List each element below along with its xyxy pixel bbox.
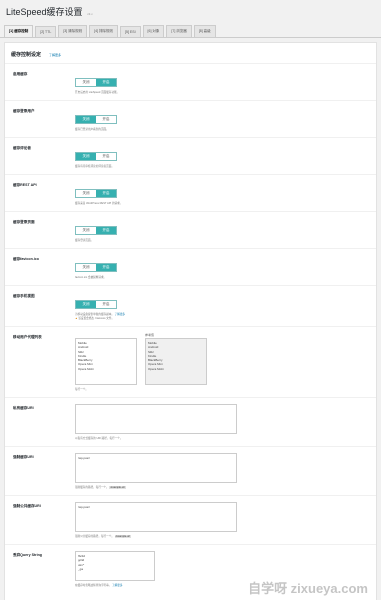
toggle-on[interactable]: 开启 bbox=[96, 153, 116, 160]
favicon-toggle[interactable]: 关闭 开启 bbox=[75, 263, 117, 272]
toggle-on[interactable]: 开启 bbox=[96, 301, 116, 308]
row-mobile: 缓存手机视图 关闭 开启 为移动设备提供单独的缓存副本。 了解更多 ▲ 该设置会… bbox=[5, 285, 376, 326]
tab-purge[interactable]: [3] 清除规则 bbox=[58, 25, 88, 37]
tab-ttl[interactable]: [2] TTL bbox=[35, 26, 57, 37]
favicon-label: 缓存favicon.ico bbox=[13, 257, 39, 261]
cache-label: 启用缓存 bbox=[13, 72, 28, 76]
tab-cache-control[interactable]: [1] 缓存控制 bbox=[4, 25, 34, 37]
toggle-on[interactable]: 开启 bbox=[96, 190, 116, 197]
forced-uri-code: /example-uri bbox=[109, 486, 126, 489]
ua-textarea[interactable]: Mobile Android Silk/ Kindle BlackBerry O… bbox=[75, 338, 137, 385]
list-item: _ga bbox=[78, 566, 84, 571]
row-commenters: 缓存评论者 关闭 开启 缓存有待审核评论的评论者页面。 bbox=[5, 137, 376, 174]
logged-desc: 缓存已登录用户看到的页面。 bbox=[75, 128, 109, 131]
rest-desc: 缓存来自 WordPress REST API 的请求。 bbox=[75, 202, 123, 205]
login-label: 缓存登录页面 bbox=[13, 220, 35, 224]
commenters-toggle[interactable]: 关闭 开启 bbox=[75, 152, 117, 161]
watermark: 自学呀 zixueya.com bbox=[248, 581, 368, 596]
logged-label: 缓存登录用户 bbox=[13, 109, 35, 113]
row-forced-uri: 强制缓存URI /wp-json/ 强制缓存的路径，每行一个。 /example… bbox=[5, 446, 376, 495]
drop-qs-desc-text: 在缓存时忽略这些查询字符串。 bbox=[75, 584, 112, 587]
logged-toggle[interactable]: 关闭 开启 bbox=[75, 115, 117, 124]
row-login: 缓存登录页面 关闭 开启 缓存登录页面。 bbox=[5, 211, 376, 248]
ua-label: 移动用户代理列表 bbox=[13, 335, 42, 339]
toggle-on[interactable]: 开启 bbox=[96, 79, 116, 86]
toggle-off[interactable]: 关闭 bbox=[76, 264, 96, 271]
cache-desc: 开启后启用 LiteSpeed 页面缓存功能。 bbox=[75, 91, 120, 94]
forced-public-uri-desc: 强制公共缓存的路径，每行一个。 /example-uri bbox=[75, 535, 368, 539]
toggle-off[interactable]: 关闭 bbox=[76, 116, 96, 123]
toggle-off[interactable]: 关闭 bbox=[76, 79, 96, 86]
row-cache: 启用缓存 关闭 开启 开启后启用 LiteSpeed 页面缓存功能。 bbox=[5, 63, 376, 100]
toggle-on[interactable]: 开启 bbox=[96, 227, 116, 234]
rest-label: 缓存REST API bbox=[13, 183, 37, 187]
private-uri-desc: 以私有方式缓存的 URI 路径，每行一个。 bbox=[75, 437, 123, 440]
ua-desc: 每行一个。 bbox=[75, 388, 88, 391]
list-item: Opera Mobi bbox=[148, 366, 164, 371]
toggle-on[interactable]: 开启 bbox=[96, 264, 116, 271]
mobile-desc: 为移动设备提供单独的缓存副本。 了解更多 ▲ 该设置会修改 .htaccess … bbox=[75, 313, 368, 321]
forced-public-uri-code: /example-uri bbox=[114, 535, 131, 538]
rest-toggle[interactable]: 关闭 开启 bbox=[75, 189, 117, 198]
commenters-label: 缓存评论者 bbox=[13, 146, 31, 150]
forced-public-uri-textarea[interactable]: /wp-json/ bbox=[75, 502, 237, 532]
forced-public-uri-label: 强制公共缓存URI bbox=[13, 504, 41, 508]
ua-list-editable: Mobile Android Silk/ Kindle BlackBerry O… bbox=[75, 333, 137, 385]
forced-uri-textarea[interactable]: /wp-json/ bbox=[75, 453, 237, 483]
forced-uri-label: 强制缓存URI bbox=[13, 455, 34, 459]
tab-esi[interactable]: [5] ESI bbox=[120, 26, 141, 37]
settings-panel: 缓存控制设定 了解更多 启用缓存 关闭 开启 开启后启用 LiteSpeed 页… bbox=[4, 42, 377, 600]
list-item: Opera Mobi bbox=[78, 366, 94, 371]
row-forced-public-uri: 强制公共缓存URI /wp-json/ 强制公共缓存的路径，每行一个。 /exa… bbox=[5, 495, 376, 544]
private-uri-label: 私有缓存URI bbox=[13, 406, 34, 410]
toggle-off[interactable]: 关闭 bbox=[76, 301, 96, 308]
private-uri-textarea[interactable] bbox=[75, 404, 237, 434]
drop-qs-learn-more-link[interactable]: 了解更多 bbox=[112, 584, 122, 587]
row-favicon: 缓存favicon.ico 关闭 开启 favicon.ico 会被频繁请求。 bbox=[5, 248, 376, 285]
favicon-desc: favicon.ico 会被频繁请求。 bbox=[75, 276, 107, 279]
mobile-toggle[interactable]: 关闭 开启 bbox=[75, 300, 117, 309]
row-logged-in: 缓存登录用户 关闭 开启 缓存已登录用户看到的页面。 bbox=[5, 100, 376, 137]
tab-excludes[interactable]: [4] 排除规则 bbox=[89, 25, 119, 37]
row-rest: 缓存REST API 关闭 开启 缓存来自 WordPress REST API… bbox=[5, 174, 376, 211]
ua-ref-box: Mobile Android Silk/ Kindle BlackBerry O… bbox=[145, 338, 207, 385]
toggle-off[interactable]: 关闭 bbox=[76, 227, 96, 234]
mobile-warn-text: 该设置会修改 .htaccess 文件。 bbox=[78, 317, 115, 320]
toggle-on[interactable]: 开启 bbox=[96, 116, 116, 123]
forced-uri-desc: 强制缓存的路径，每行一个。 /example-uri bbox=[75, 486, 368, 490]
ua-list-reference: 参考值 Mobile Android Silk/ Kindle BlackBer… bbox=[145, 333, 207, 385]
forced-public-uri-desc-text: 强制公共缓存的路径，每行一个。 bbox=[75, 535, 114, 538]
cache-toggle[interactable]: 关闭 开启 bbox=[75, 78, 117, 87]
tab-bar: [1] 缓存控制 [2] TTL [3] 清除规则 [4] 排除规则 [5] E… bbox=[0, 16, 381, 38]
mobile-label: 缓存手机视图 bbox=[13, 294, 35, 298]
row-private-uri: 私有缓存URI 以私有方式缓存的 URI 路径，每行一个。 bbox=[5, 397, 376, 446]
commenters-desc: 缓存有待审核评论的评论者页面。 bbox=[75, 165, 114, 168]
tab-object[interactable]: [6] 对象 bbox=[142, 25, 165, 37]
drop-qs-textarea[interactable]: fbclid gclid utm* _ga bbox=[75, 551, 155, 581]
toggle-off[interactable]: 关闭 bbox=[76, 190, 96, 197]
section-header: 缓存控制设定 了解更多 bbox=[5, 43, 376, 63]
version-label: v3.x bbox=[87, 12, 93, 16]
section-title: 缓存控制设定 bbox=[11, 52, 42, 58]
row-mobile-ua: 移动用户代理列表 Mobile Android Silk/ Kindle Bla… bbox=[5, 326, 376, 397]
login-toggle[interactable]: 关闭 开启 bbox=[75, 226, 117, 235]
tab-browser[interactable]: [7] 浏览器 bbox=[166, 25, 192, 37]
toggle-off[interactable]: 关闭 bbox=[76, 153, 96, 160]
page-title: LiteSpeed缓存设置 bbox=[6, 7, 83, 17]
page-header: LiteSpeed缓存设置 v3.x bbox=[0, 0, 381, 17]
mobile-learn-more-link[interactable]: 了解更多 bbox=[115, 313, 125, 316]
login-desc: 缓存登录页面。 bbox=[75, 239, 94, 242]
learn-more-link[interactable]: 了解更多 bbox=[49, 53, 61, 57]
drop-qs-label: 丢弃Query String bbox=[13, 553, 42, 557]
mobile-desc-text: 为移动设备提供单独的缓存副本。 bbox=[75, 313, 114, 316]
tab-advanced[interactable]: [8] 高级 bbox=[193, 25, 216, 37]
forced-uri-desc-text: 强制缓存的路径，每行一个。 bbox=[75, 486, 109, 489]
